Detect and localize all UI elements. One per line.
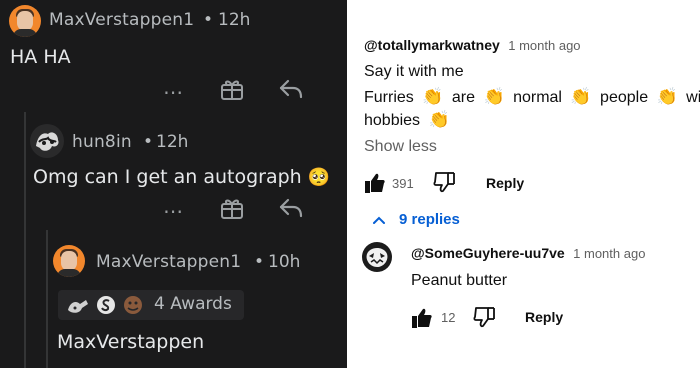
comment-username[interactable]: MaxVerstappen1 — [96, 252, 241, 272]
silver-award-icon — [97, 296, 115, 314]
like-icon[interactable] — [364, 172, 386, 194]
comment-word: people — [600, 89, 649, 106]
comment-separator: • — [143, 132, 154, 152]
reply-username[interactable]: @SomeGuyhere-uu7ve — [411, 245, 565, 261]
comment-time: 12h — [218, 10, 251, 30]
youtube-comments-panel: @totallymarkwatney 1 month ago Say it wi… — [347, 0, 700, 368]
reddit-thread-panel: MaxVerstappen1 • 12h HA HA ⋯ hun8in • 12… — [0, 0, 347, 368]
comment-time: 12h — [156, 132, 189, 152]
reply-text: Peanut butter — [411, 272, 508, 289]
comment-username[interactable]: hun8in — [72, 132, 132, 152]
comment-word: are — [451, 89, 475, 106]
clapping-hands-icon: 👏 — [428, 110, 450, 129]
gift-award-icon[interactable] — [219, 196, 245, 220]
comment-text-body: Omg can I get an autograph — [33, 166, 302, 188]
awards-chip[interactable]: 4 Awards — [58, 290, 244, 320]
comment-line: Say it with me — [364, 63, 464, 80]
comment-username[interactable]: @totallymarkwatney — [364, 37, 500, 53]
pleading-emoji: 🥺 — [307, 167, 331, 188]
comment-word: Furries — [364, 89, 414, 106]
reply-button[interactable]: Reply — [525, 309, 563, 325]
chevron-up-icon — [373, 216, 385, 224]
avatar[interactable] — [362, 242, 392, 272]
replies-count: 9 replies — [399, 211, 460, 228]
comment-username[interactable]: MaxVerstappen1 — [49, 10, 194, 30]
comment-line: Furries 👏 are 👏 normal 👏 people 👏 with — [364, 87, 700, 107]
thread-line[interactable] — [46, 230, 48, 368]
comment-time[interactable]: 1 month ago — [508, 38, 580, 53]
comment-line: hobbies 👏 — [364, 110, 450, 130]
comment-text: MaxVerstappen — [57, 331, 205, 353]
clapping-hands-icon: 👏 — [656, 87, 678, 106]
thread-line[interactable] — [24, 112, 26, 368]
reply-time[interactable]: 1 month ago — [573, 246, 645, 261]
like-count: 391 — [392, 176, 414, 191]
like-icon[interactable] — [411, 307, 433, 329]
clapping-hands-icon: 👏 — [483, 87, 505, 106]
comment-time: 10h — [268, 252, 301, 272]
awards-count: 4 Awards — [154, 294, 232, 314]
avatar[interactable] — [30, 124, 64, 158]
clapping-hands-icon: 👏 — [570, 87, 592, 106]
comment-word: hobbies — [364, 112, 421, 129]
face-award-icon — [124, 296, 142, 314]
comment-text: Omg can I get an autograph 🥺 — [33, 166, 330, 188]
comment-text: HA HA — [10, 46, 71, 68]
comment-separator: • — [254, 252, 265, 272]
wholesome-award-icon — [68, 300, 88, 313]
comment-word: with — [686, 89, 700, 106]
show-less-button[interactable]: Show less — [364, 138, 437, 156]
more-horizontal-icon[interactable]: ⋯ — [163, 80, 184, 104]
dislike-icon[interactable] — [473, 306, 495, 328]
reply-arrow-icon[interactable] — [278, 197, 304, 219]
dislike-icon[interactable] — [433, 171, 455, 193]
avatar[interactable] — [53, 245, 85, 277]
reply-button[interactable]: Reply — [486, 175, 524, 191]
comment-separator: • — [203, 10, 214, 30]
avatar[interactable] — [9, 5, 41, 37]
comment-word: normal — [513, 89, 562, 106]
comment-header: @totallymarkwatney 1 month ago — [364, 37, 581, 55]
like-count: 12 — [441, 310, 456, 325]
more-horizontal-icon[interactable]: ⋯ — [163, 199, 184, 223]
clapping-hands-icon: 👏 — [422, 87, 444, 106]
gift-award-icon[interactable] — [219, 77, 245, 101]
reply-arrow-icon[interactable] — [278, 78, 304, 100]
reply-header: @SomeGuyhere-uu7ve 1 month ago — [411, 245, 645, 263]
